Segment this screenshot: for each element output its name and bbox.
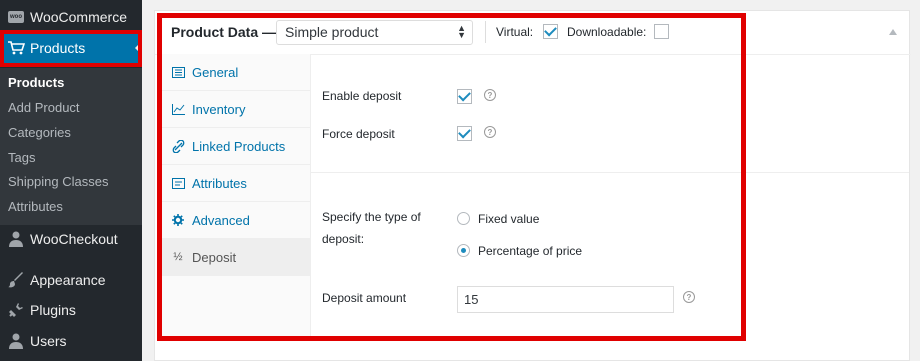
menu-item-appearance[interactable]: Appearance: [0, 263, 142, 297]
deposit-type-label-line1: Specify the type of: [322, 210, 421, 224]
woocommerce-icon: woo: [6, 7, 26, 27]
panel-divider: [311, 172, 909, 173]
tab-attributes[interactable]: Attributes: [162, 165, 311, 202]
submenu-item-products[interactable]: Products: [8, 75, 64, 90]
menu-item-users[interactable]: Users: [0, 324, 142, 358]
gear-icon: [170, 214, 186, 226]
deposit-amount-label: Deposit amount: [322, 291, 407, 305]
enable-deposit-label: Enable deposit: [322, 89, 402, 103]
collapse-arrow-icon[interactable]: [889, 29, 897, 35]
fixed-value-radio[interactable]: [457, 212, 470, 225]
tab-label-inventory: Inventory: [192, 101, 246, 117]
menu-item-plugins[interactable]: Plugins: [0, 293, 142, 327]
half-icon: ½: [173, 251, 183, 263]
product-type-select[interactable]: Simple product ▲ ▼: [276, 20, 473, 45]
menu-label-products: Products: [30, 40, 86, 56]
product-type-value: Simple product: [285, 24, 379, 40]
product-data-title: Product Data —: [171, 24, 277, 40]
force-deposit-label: Force deposit: [322, 127, 395, 141]
current-menu-arrow: [135, 41, 142, 55]
tab-label-general: General: [192, 64, 239, 80]
tab-label-attributes: Attributes: [192, 175, 247, 191]
virtual-checkbox[interactable]: [543, 24, 558, 39]
attributes-icon: [170, 177, 186, 189]
percentage-radio[interactable]: [457, 244, 470, 257]
products-submenu: Products Add Product Categories Tags Shi…: [0, 68, 142, 225]
users-icon: [6, 331, 26, 351]
percentage-label: Percentage of price: [478, 244, 583, 258]
select-updown-icon: ▲ ▼: [457, 23, 466, 40]
submenu-item-add-product[interactable]: Add Product: [8, 100, 80, 115]
force-deposit-checkbox[interactable]: [457, 126, 472, 141]
inventory-icon: [170, 103, 186, 115]
fixed-value-label: Fixed value: [478, 212, 540, 226]
menu-item-woocheckout[interactable]: WooCheckout: [0, 222, 142, 256]
submenu-item-tags[interactable]: Tags: [8, 150, 35, 165]
submenu-item-categories[interactable]: Categories: [8, 125, 71, 140]
menu-item-products[interactable]: Products: [0, 32, 142, 64]
brush-icon: [6, 270, 26, 290]
virtual-label: Virtual:: [496, 25, 534, 39]
admin-sidebar: woo WooCommerce Products Products Add Pr…: [0, 0, 142, 361]
tab-deposit[interactable]: ½ Deposit: [162, 239, 311, 276]
link-icon: [170, 139, 186, 153]
downloadable-label: Downloadable:: [567, 25, 647, 39]
help-icon[interactable]: ?: [484, 126, 496, 138]
tab-general[interactable]: General: [162, 54, 311, 91]
product-data-tabs: General Inventory Linked Products Attrib…: [162, 54, 311, 336]
tab-label-advanced: Advanced: [192, 212, 250, 228]
tab-label-deposit: Deposit: [192, 249, 237, 265]
enable-deposit-checkbox[interactable]: [457, 89, 472, 104]
submenu-item-shipping-classes[interactable]: Shipping Classes: [8, 174, 108, 189]
menu-label-woocommerce: WooCommerce: [30, 9, 127, 25]
menu-label-appearance: Appearance: [30, 272, 106, 288]
downloadable-checkbox[interactable]: [654, 24, 669, 39]
deposit-amount-input[interactable]: [457, 286, 674, 313]
tab-label-linked-products: Linked Products: [192, 138, 286, 154]
tab-advanced[interactable]: Advanced: [162, 202, 311, 239]
person-icon: [6, 229, 26, 249]
help-icon[interactable]: ?: [683, 291, 695, 303]
submenu-item-attributes[interactable]: Attributes: [8, 199, 63, 214]
menu-item-woocommerce[interactable]: woo WooCommerce: [0, 0, 142, 34]
tab-inventory[interactable]: Inventory: [162, 91, 311, 128]
menu-label-woocheckout: WooCheckout: [30, 231, 118, 247]
deposit-type-label-line2: deposit:: [322, 232, 365, 246]
header-divider: [485, 21, 486, 43]
menu-label-plugins: Plugins: [30, 302, 76, 318]
cart-icon: [6, 38, 26, 58]
tab-linked-products[interactable]: Linked Products: [162, 128, 311, 165]
help-icon[interactable]: ?: [484, 89, 496, 101]
menu-label-users: Users: [30, 333, 67, 349]
general-icon: [170, 66, 186, 78]
plug-icon: [6, 300, 26, 320]
